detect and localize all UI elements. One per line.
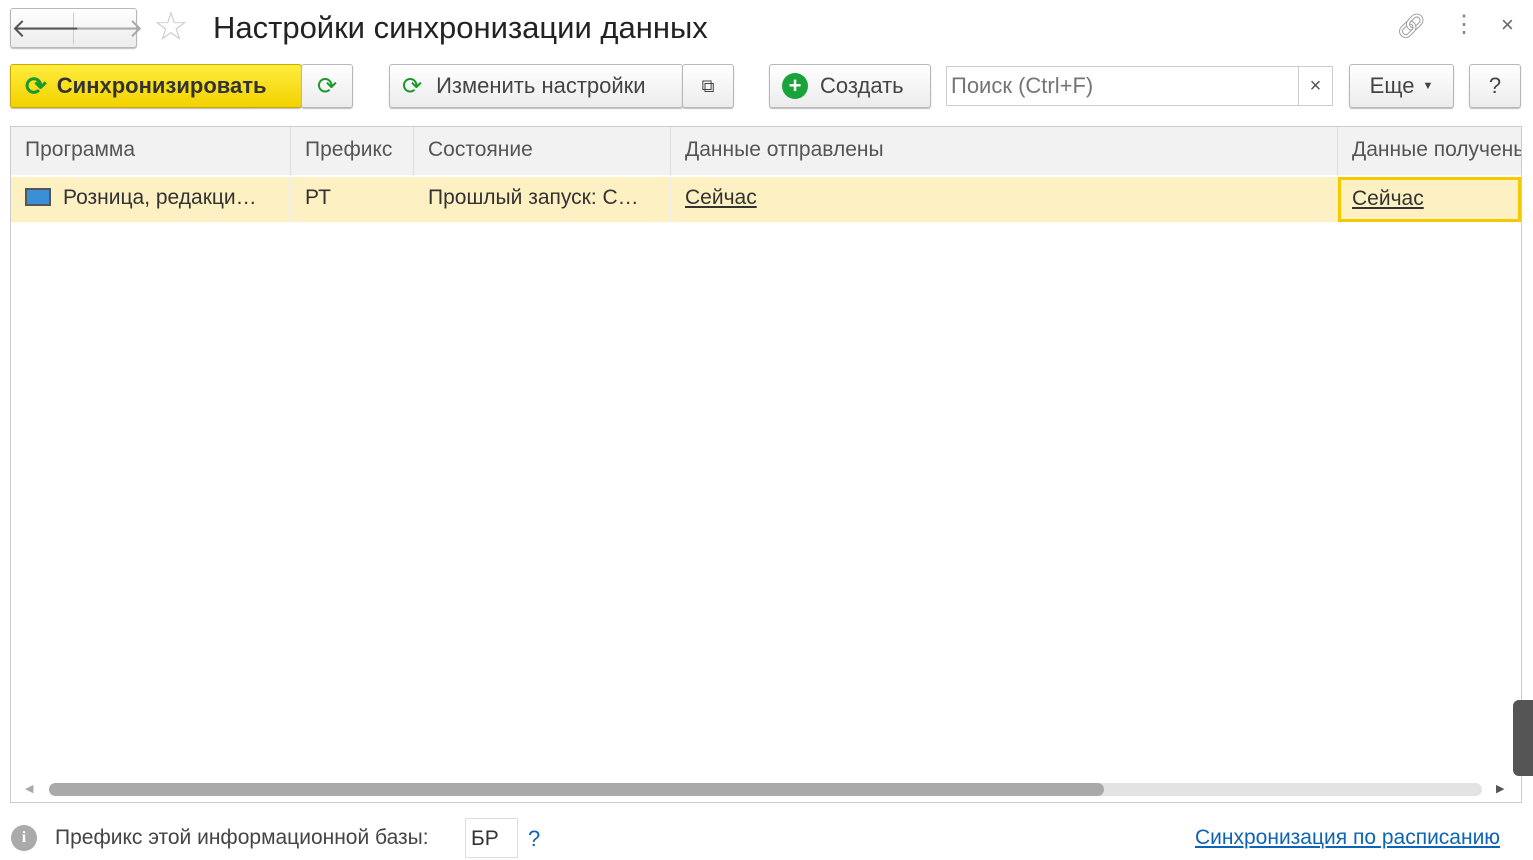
column-header-received[interactable]: Данные получены bbox=[1338, 127, 1521, 175]
sent-link[interactable]: Сейчас bbox=[685, 186, 757, 209]
close-icon[interactable]: × bbox=[1501, 12, 1514, 38]
column-header-state[interactable]: Состояние bbox=[414, 127, 671, 175]
schedule-sync-link[interactable]: Синхронизация по расписанию bbox=[1195, 826, 1500, 850]
side-panel-toggle[interactable] bbox=[1513, 700, 1533, 776]
search-input[interactable] bbox=[946, 66, 1299, 106]
dropdown-arrow-icon: ▼ bbox=[1422, 80, 1434, 92]
prefix-help-link[interactable]: ? bbox=[528, 826, 540, 852]
sync-search-icon: ⟳ bbox=[316, 72, 338, 100]
scroll-right-arrow[interactable]: ▶ bbox=[1496, 782, 1504, 795]
link-icon[interactable]: 🔗︎ bbox=[1396, 12, 1426, 41]
cell-received: Сейчас bbox=[1338, 177, 1521, 222]
sync-button[interactable]: ⟳ Синхронизировать bbox=[10, 64, 302, 108]
help-button[interactable]: ? bbox=[1469, 64, 1521, 108]
column-header-sent[interactable]: Данные отправлены bbox=[671, 127, 1338, 175]
back-button[interactable]: 🡐 bbox=[11, 12, 81, 44]
change-settings-button[interactable]: ⟳ Изменить настройки bbox=[389, 64, 683, 108]
cell-prefix: РТ bbox=[291, 177, 414, 222]
nav-buttons: 🡐 🡒 bbox=[10, 8, 144, 48]
forward-button[interactable]: 🡒 bbox=[74, 13, 144, 44]
search-clear-button[interactable]: × bbox=[1298, 66, 1333, 106]
settings-sync-icon: ⟳ bbox=[402, 72, 423, 100]
page-title: Настройки синхронизации данных bbox=[213, 10, 708, 45]
new-window-icon: ⧉ bbox=[701, 75, 715, 96]
cell-sent: Сейчас bbox=[671, 177, 1338, 222]
prefix-label: Префикс этой информационной базы: bbox=[55, 826, 429, 849]
column-header-program[interactable]: Программа bbox=[11, 127, 291, 175]
scroll-left-arrow[interactable]: ◀ bbox=[25, 782, 33, 795]
open-window-button[interactable]: ⧉ bbox=[682, 64, 734, 108]
sync-icon: ⟳ bbox=[25, 70, 47, 101]
sync-search-button[interactable]: ⟳ bbox=[301, 64, 353, 108]
column-header-prefix[interactable]: Префикс bbox=[291, 127, 414, 175]
data-table bbox=[10, 126, 1522, 803]
table-row[interactable]: Розница, редакци… bbox=[11, 177, 291, 222]
favorite-star-icon[interactable]: ☆ bbox=[153, 4, 189, 50]
create-button[interactable]: + Создать bbox=[769, 64, 931, 108]
cell-state: Прошлый запуск: С… bbox=[414, 177, 671, 222]
prefix-field[interactable]: БР bbox=[465, 818, 518, 858]
computer-icon bbox=[25, 188, 51, 206]
more-vertical-icon[interactable]: ⋮ bbox=[1452, 10, 1476, 39]
received-link[interactable]: Сейчас bbox=[1352, 187, 1424, 210]
plus-circle-icon: + bbox=[782, 73, 808, 99]
horizontal-scrollbar-thumb[interactable] bbox=[49, 783, 1104, 796]
more-button[interactable]: Еще ▼ bbox=[1349, 64, 1454, 108]
info-icon: i bbox=[11, 825, 37, 851]
